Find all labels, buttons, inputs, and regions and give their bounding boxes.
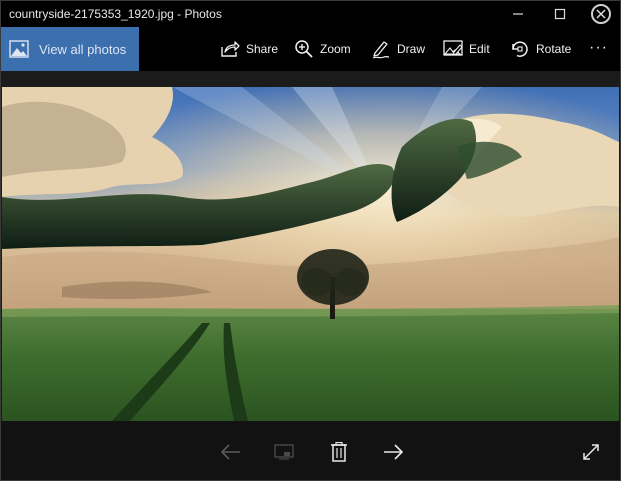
close-button[interactable] bbox=[581, 1, 620, 27]
minimize-button[interactable] bbox=[498, 1, 538, 27]
share-button[interactable]: Share bbox=[220, 27, 278, 71]
arrow-right-icon bbox=[384, 444, 404, 460]
fullscreen-icon bbox=[583, 444, 599, 460]
photo-view[interactable] bbox=[2, 87, 619, 421]
rotate-icon bbox=[512, 41, 528, 57]
zoom-button[interactable]: Zoom bbox=[294, 27, 351, 71]
edit-button[interactable]: Edit bbox=[443, 27, 490, 71]
rotate-button[interactable]: Rotate bbox=[510, 27, 571, 71]
draw-icon bbox=[372, 41, 390, 59]
slideshow-icon bbox=[274, 444, 294, 460]
rotate-label: Rotate bbox=[536, 42, 572, 56]
fullscreen-button[interactable] bbox=[578, 439, 604, 465]
zoom-label: Zoom bbox=[320, 42, 351, 56]
arrow-left-icon bbox=[220, 444, 240, 460]
draw-button[interactable]: Draw bbox=[371, 27, 425, 71]
previous-button[interactable] bbox=[218, 439, 244, 465]
zoom-icon bbox=[295, 40, 313, 58]
bottom-bar bbox=[1, 421, 620, 480]
maximize-icon bbox=[554, 8, 566, 20]
delete-button[interactable] bbox=[326, 439, 352, 465]
edit-image-icon bbox=[443, 40, 463, 56]
view-all-photos-label: View all photos bbox=[39, 41, 127, 57]
share-icon bbox=[221, 41, 240, 57]
photo-gallery-icon bbox=[9, 40, 29, 58]
title-bar: countryside-2175353_1920.jpg - Photos bbox=[1, 1, 620, 27]
more-options-button[interactable]: ··· bbox=[589, 39, 608, 57]
close-icon bbox=[596, 9, 606, 19]
trash-icon bbox=[331, 442, 347, 462]
view-all-photos-button[interactable]: View all photos bbox=[1, 27, 139, 71]
countryside-photo bbox=[2, 87, 619, 421]
draw-label: Draw bbox=[397, 42, 426, 56]
minimize-icon bbox=[513, 13, 523, 15]
maximize-button[interactable] bbox=[540, 1, 580, 27]
window-title: countryside-2175353_1920.jpg - Photos bbox=[9, 7, 222, 21]
toolbar: View all photos Share Zoom Draw Edit Rot… bbox=[1, 27, 620, 71]
edit-label: Edit bbox=[469, 42, 490, 56]
share-label: Share bbox=[246, 42, 279, 56]
next-button[interactable] bbox=[380, 439, 406, 465]
slideshow-button[interactable] bbox=[271, 439, 297, 465]
photos-window: countryside-2175353_1920.jpg - Photos Vi… bbox=[0, 0, 621, 481]
